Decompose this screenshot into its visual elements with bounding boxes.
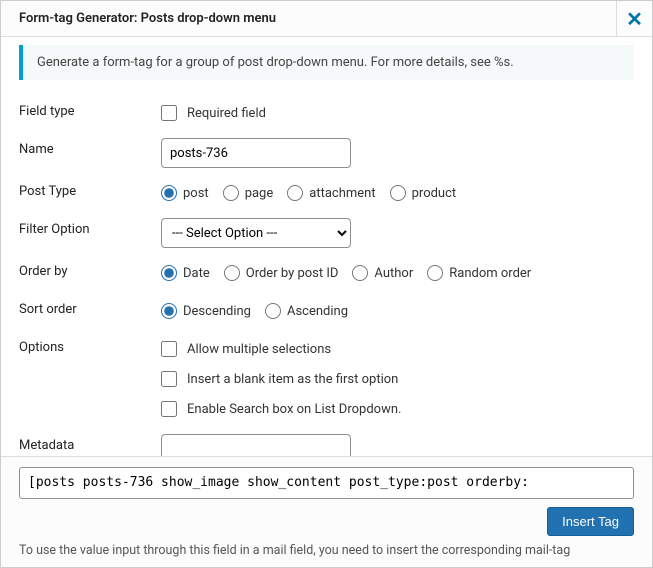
name-input[interactable] bbox=[161, 138, 351, 168]
post-type-radio-3[interactable] bbox=[390, 185, 406, 201]
close-icon: ✕ bbox=[626, 7, 643, 31]
post-type-radio-0[interactable] bbox=[161, 185, 177, 201]
required-field-option[interactable]: Required field bbox=[161, 100, 634, 126]
label-options: Options bbox=[19, 336, 161, 355]
order-by-option-3[interactable]: Random order bbox=[427, 265, 531, 281]
order-by-label-2: Author bbox=[374, 266, 413, 281]
insert-tag-button[interactable]: Insert Tag bbox=[547, 507, 634, 536]
order-by-radio-3[interactable] bbox=[427, 265, 443, 281]
sort-order-option-0[interactable]: Descending bbox=[161, 303, 251, 319]
dialog-body[interactable]: Generate a form-tag for a group of post … bbox=[1, 37, 652, 456]
dialog-title: Form-tag Generator: Posts drop-down menu bbox=[1, 11, 294, 26]
metadata-input[interactable] bbox=[161, 434, 351, 456]
label-post-type: Post Type bbox=[19, 180, 161, 199]
row-name: Name bbox=[19, 132, 634, 174]
post-type-label-3: product bbox=[412, 186, 457, 201]
post-type-option-3[interactable]: product bbox=[390, 185, 457, 201]
order-by-label-3: Random order bbox=[449, 266, 531, 281]
row-options: Options Allow multiple selections Insert … bbox=[19, 330, 634, 428]
order-by-option-1[interactable]: Order by post ID bbox=[224, 265, 339, 281]
order-by-label-0: Date bbox=[183, 266, 210, 281]
required-field-checkbox[interactable] bbox=[161, 105, 177, 121]
post-type-option-0[interactable]: post bbox=[161, 185, 209, 201]
row-post-type: Post Type post page attachment product bbox=[19, 174, 634, 212]
row-order-by: Order by Date Order by post ID Author Rando… bbox=[19, 254, 634, 292]
sort-order-label-0: Descending bbox=[183, 304, 251, 319]
order-by-radio-2[interactable] bbox=[352, 265, 368, 281]
row-metadata: Metadata Use pipe-separated post attribu… bbox=[19, 428, 634, 456]
options-item-2[interactable]: Enable Search box on List Dropdown. bbox=[161, 396, 634, 422]
post-type-label-0: post bbox=[183, 186, 209, 201]
order-by-radio-0[interactable] bbox=[161, 265, 177, 281]
options-label-0: Allow multiple selections bbox=[187, 342, 331, 357]
order-by-option-0[interactable]: Date bbox=[161, 265, 210, 281]
footer-note: To use the value input through this fiel… bbox=[19, 542, 634, 560]
dialog-header: Form-tag Generator: Posts drop-down menu… bbox=[1, 1, 652, 37]
options-checkbox-0[interactable] bbox=[161, 341, 177, 357]
row-field-type: Field type Required field bbox=[19, 94, 634, 132]
row-filter-option: Filter Option --- Select Option --- bbox=[19, 212, 634, 254]
close-button[interactable]: ✕ bbox=[616, 1, 652, 37]
tag-output[interactable] bbox=[19, 467, 634, 499]
post-type-option-1[interactable]: page bbox=[223, 185, 274, 201]
form-tag-dialog: Form-tag Generator: Posts drop-down menu… bbox=[0, 0, 653, 568]
sort-order-radio-0[interactable] bbox=[161, 303, 177, 319]
sort-order-option-1[interactable]: Ascending bbox=[265, 303, 348, 319]
options-item-0[interactable]: Allow multiple selections bbox=[161, 336, 634, 362]
sort-order-label-1: Ascending bbox=[287, 304, 348, 319]
order-by-label-1: Order by post ID bbox=[246, 266, 339, 281]
post-type-radio-2[interactable] bbox=[287, 185, 303, 201]
options-checkbox-1[interactable] bbox=[161, 371, 177, 387]
label-name: Name bbox=[19, 138, 161, 157]
label-sort-order: Sort order bbox=[19, 298, 161, 317]
options-checkbox-2[interactable] bbox=[161, 401, 177, 417]
post-type-label-2: attachment bbox=[309, 186, 375, 201]
options-label-1: Insert a blank item as the first option bbox=[187, 372, 398, 387]
sort-order-radio-1[interactable] bbox=[265, 303, 281, 319]
row-sort-order: Sort order Descending Ascending bbox=[19, 292, 634, 330]
description-banner: Generate a form-tag for a group of post … bbox=[19, 45, 634, 80]
post-type-label-1: page bbox=[245, 186, 274, 201]
order-by-radio-1[interactable] bbox=[224, 265, 240, 281]
required-field-label: Required field bbox=[187, 106, 266, 121]
options-label-2: Enable Search box on List Dropdown. bbox=[187, 402, 401, 417]
label-filter-option: Filter Option bbox=[19, 218, 161, 237]
options-item-1[interactable]: Insert a blank item as the first option bbox=[161, 366, 634, 392]
order-by-option-2[interactable]: Author bbox=[352, 265, 413, 281]
post-type-radio-1[interactable] bbox=[223, 185, 239, 201]
label-order-by: Order by bbox=[19, 260, 161, 279]
post-type-option-2[interactable]: attachment bbox=[287, 185, 375, 201]
label-metadata: Metadata bbox=[19, 434, 161, 453]
dialog-footer: Insert Tag To use the value input throug… bbox=[1, 456, 652, 568]
label-field-type: Field type bbox=[19, 100, 161, 119]
filter-option-select[interactable]: --- Select Option --- bbox=[161, 218, 351, 248]
